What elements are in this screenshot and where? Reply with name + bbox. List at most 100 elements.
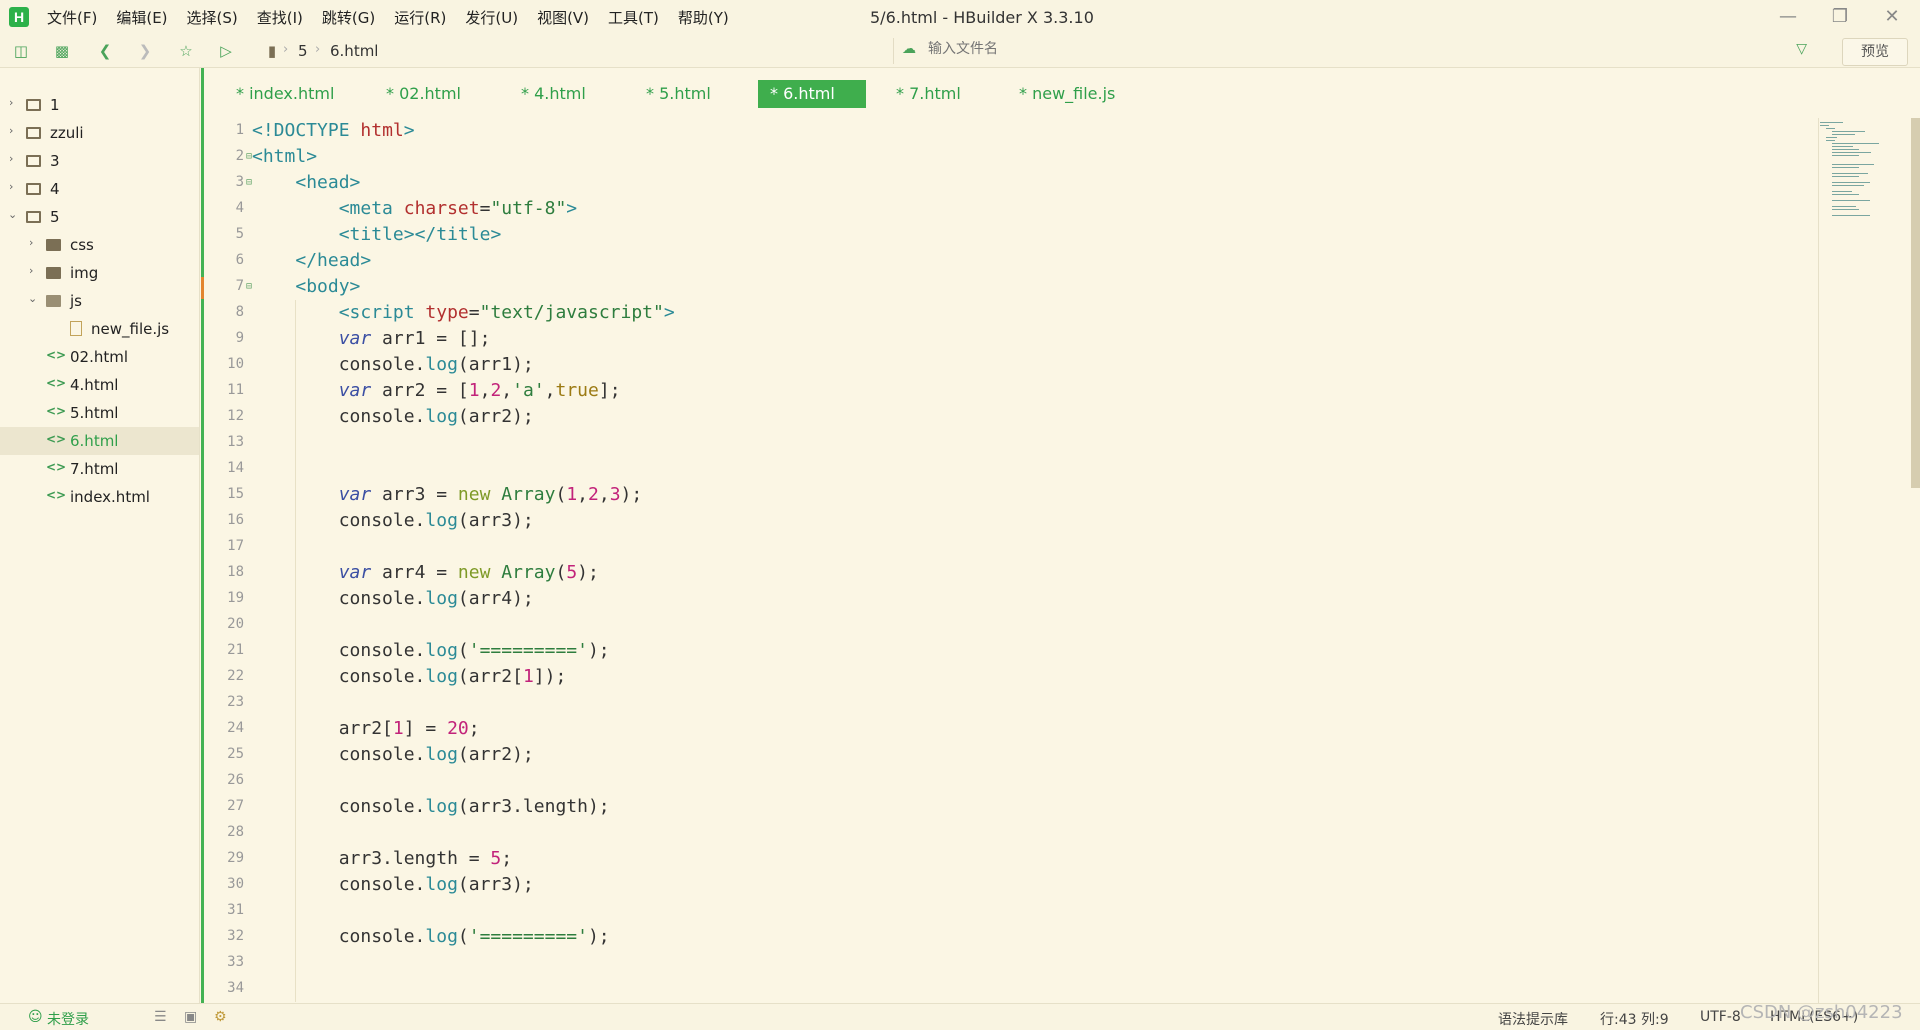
tree-project-4[interactable]: › 4	[0, 175, 199, 203]
tab-4-html[interactable]: * 4.html	[509, 80, 598, 108]
forward-icon[interactable]: ❯	[135, 41, 155, 61]
menu-find[interactable]: 查找(I)	[257, 7, 303, 28]
code-line: arr3.length = 5;	[252, 848, 513, 869]
tree-project-zzuli[interactable]: › zzuli	[0, 119, 199, 147]
tree-folder-css[interactable]: › css	[0, 231, 199, 259]
syntax-library[interactable]: 语法提示库	[1498, 1009, 1568, 1029]
folder-open-icon	[46, 295, 61, 307]
minimap-line	[1832, 134, 1855, 135]
tab-new-file-js[interactable]: * new_file.js	[1007, 80, 1127, 108]
minimap-line	[1832, 143, 1879, 144]
breadcrumb-file[interactable]: 6.html	[330, 42, 378, 60]
minimap-line	[1832, 149, 1859, 150]
filter-icon[interactable]: ▽	[1796, 41, 1807, 57]
tree-file-5-html[interactable]: <> 5.html	[0, 399, 199, 427]
tree-label: img	[70, 264, 99, 282]
project-icon	[26, 99, 41, 111]
code-line: <!DOCTYPE html>	[252, 120, 415, 141]
indent-guide	[295, 300, 296, 1002]
preview-button[interactable]: 预览	[1842, 38, 1908, 66]
minimap-line	[1826, 137, 1837, 138]
line-number: 26	[227, 772, 244, 788]
tree-file-7-html[interactable]: <> 7.html	[0, 455, 199, 483]
vertical-scrollbar[interactable]	[1911, 118, 1920, 488]
tree-file-index-html[interactable]: <> index.html	[0, 483, 199, 511]
menu-view[interactable]: 视图(V)	[537, 7, 589, 28]
chevron-right-icon[interactable]: ›	[9, 96, 21, 109]
minimap-line	[1832, 200, 1870, 201]
close-icon[interactable]: ✕	[1872, 4, 1912, 30]
tree-file-6-html[interactable]: <> 6.html	[0, 427, 199, 455]
tree-project-5[interactable]: ⌄ 5	[0, 203, 199, 231]
tree-project-3[interactable]: › 3	[0, 147, 199, 175]
line-number: 2	[235, 148, 244, 164]
chevron-right-icon[interactable]: ›	[9, 152, 21, 165]
code-line: var arr4 = new Array(5);	[338, 562, 599, 583]
tree-file-02-html[interactable]: <> 02.html	[0, 343, 199, 371]
menu-run[interactable]: 运行(R)	[394, 7, 446, 28]
menu-bar: 文件(F) 编辑(E) 选择(S) 查找(I) 跳转(G) 运行(R) 发行(U…	[47, 7, 748, 28]
line-number: 17	[227, 538, 244, 554]
minimize-icon[interactable]: —	[1768, 4, 1808, 30]
minimap-line	[1832, 164, 1874, 165]
file-search-box[interactable]: ☁ ▽	[893, 38, 1813, 64]
chevron-right-icon[interactable]: ›	[9, 124, 21, 137]
project-icon	[26, 211, 41, 223]
tab-6-html[interactable]: * 6.html	[758, 80, 866, 108]
fold-toggle-icon[interactable]: ⊟	[246, 177, 252, 188]
plugin-icon[interactable]: ⚙	[214, 1009, 227, 1025]
minimap-line	[1826, 128, 1835, 129]
tree-label: css	[70, 236, 94, 254]
tree-project-1[interactable]: › 1	[0, 91, 199, 119]
chevron-right-icon[interactable]: ›	[9, 180, 21, 193]
tree-folder-js[interactable]: ⌄ js	[0, 287, 199, 315]
list-icon[interactable]: ☰	[154, 1009, 167, 1025]
minimap[interactable]	[1818, 118, 1908, 258]
tab-5-html[interactable]: * 5.html	[634, 80, 723, 108]
minimap-line	[1832, 182, 1870, 183]
tree-file-new-file-js[interactable]: new_file.js	[0, 315, 199, 343]
minimap-line	[1832, 167, 1859, 168]
minimap-line	[1820, 125, 1829, 126]
tree-folder-img[interactable]: › img	[0, 259, 199, 287]
new-file-icon[interactable]: ◫	[11, 41, 31, 61]
chevron-down-icon[interactable]: ⌄	[28, 292, 40, 305]
toolbar: ◫ ▩ ❮ ❯ ☆ ▷ ▮ › 5 › 6.html ☁ ▽	[0, 34, 1920, 68]
star-icon[interactable]: ☆	[176, 41, 196, 61]
menu-tools[interactable]: 工具(T)	[608, 7, 659, 28]
menu-select[interactable]: 选择(S)	[187, 7, 238, 28]
minimap-line	[1832, 185, 1864, 186]
chevron-down-icon[interactable]: ⌄	[8, 208, 20, 221]
menu-goto[interactable]: 跳转(G)	[322, 7, 375, 28]
tab-7-html[interactable]: * 7.html	[884, 80, 973, 108]
login-status[interactable]: 未登录	[47, 1009, 89, 1029]
menu-file[interactable]: 文件(F)	[47, 7, 97, 28]
minimap-line	[1832, 191, 1852, 192]
minimap-line	[1832, 209, 1859, 210]
terminal-icon[interactable]: ▣	[184, 1009, 197, 1025]
breadcrumb-project[interactable]: 5	[298, 42, 308, 60]
file-search-input[interactable]	[928, 41, 1628, 57]
chevron-right-icon[interactable]: ›	[29, 236, 41, 249]
tab-02-html[interactable]: * 02.html	[374, 80, 473, 108]
fold-toggle-icon[interactable]: ⊟	[246, 151, 252, 162]
html-file-icon: <>	[46, 404, 67, 418]
save-icon[interactable]: ▩	[52, 41, 72, 61]
watermark: CSDN @zsh04223	[1740, 1002, 1903, 1023]
project-explorer: › 1 › zzuli › 3 › 4 ⌄ 5 › css › img ⌄ js…	[0, 68, 200, 1003]
chevron-right-icon[interactable]: ›	[29, 264, 41, 277]
menu-edit[interactable]: 编辑(E)	[116, 7, 167, 28]
encoding[interactable]: UTF-8	[1700, 1009, 1741, 1025]
fold-toggle-icon[interactable]: ⊟	[246, 281, 252, 292]
tree-file-4-html[interactable]: <> 4.html	[0, 371, 199, 399]
maximize-icon[interactable]: ❐	[1820, 4, 1860, 30]
code-editor[interactable]: 1 2 3 4 5 6 7 8 9 10 11 12 13 14 15 16 17 18 19 20 21 22 23 24 2…	[204, 118, 1814, 1003]
menu-help[interactable]: 帮助(Y)	[678, 7, 729, 28]
hbuilder-logo-icon: H	[9, 7, 29, 27]
tab-index-html[interactable]: * index.html	[224, 80, 346, 108]
back-icon[interactable]: ❮	[95, 41, 115, 61]
run-icon[interactable]: ▷	[216, 41, 236, 61]
cursor-position[interactable]: 行:43 列:9	[1600, 1009, 1669, 1029]
menu-publish[interactable]: 发行(U)	[465, 7, 518, 28]
line-number: 12	[227, 408, 244, 424]
